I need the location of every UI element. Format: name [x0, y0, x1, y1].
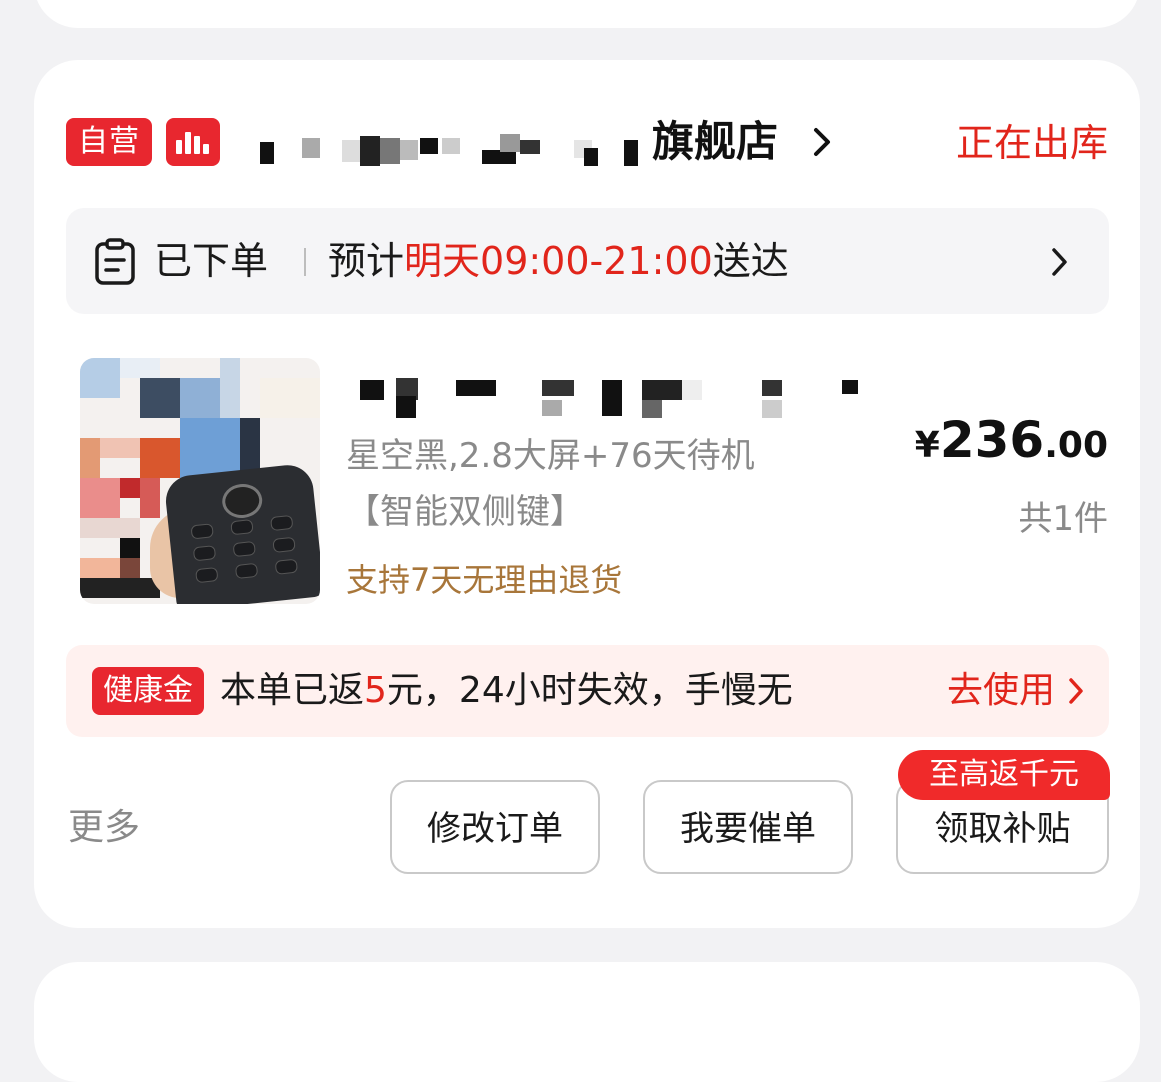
product-quantity: 共1件 [1018, 499, 1108, 539]
clipboard-icon [95, 238, 135, 285]
previous-order-card [34, 0, 1140, 28]
product-spec-2: 【智能双侧键】 [346, 492, 584, 532]
subsidy-promo-tag: 至高返千元 [898, 750, 1110, 800]
more-button[interactable]: 更多 [68, 802, 140, 854]
urge-order-button[interactable]: 我要催单 [643, 780, 853, 874]
health-gold-banner[interactable]: 健康金 本单已返5元，24小时失效，手慢无 去使用 [66, 645, 1109, 737]
phone-image [163, 462, 320, 604]
shop-name-suffix[interactable]: 旗舰店 [652, 114, 778, 170]
modify-order-button[interactable]: 修改订单 [390, 780, 600, 874]
health-gold-text: 本单已返5元，24小时失效，手慢无 [220, 670, 793, 711]
delivery-info-row[interactable]: 已下单 预计明天09:00-21:00送达 [66, 208, 1109, 314]
chevron-right-icon[interactable] [1049, 244, 1071, 280]
health-gold-badge: 健康金 [92, 667, 204, 715]
order-status: 正在出库 [955, 121, 1108, 165]
product-spec: 星空黑,2.8大屏+76天待机 [346, 436, 755, 476]
return-policy: 支持7天无理由退货 [346, 561, 623, 599]
product-title-redacted[interactable] [356, 378, 876, 422]
delivery-estimate: 预计明天09:00-21:00送达 [328, 239, 789, 283]
self-operated-badge: 自营 [66, 118, 152, 166]
product-thumbnail[interactable] [80, 358, 320, 604]
chevron-right-icon[interactable] [808, 122, 836, 162]
shop-name-redacted[interactable] [238, 128, 648, 174]
shop-logo[interactable] [166, 118, 220, 166]
order-placed-label: 已下单 [154, 239, 269, 283]
use-health-gold-link[interactable]: 去使用 [947, 665, 1055, 717]
delivery-time: 明天09:00-21:00 [404, 239, 713, 283]
product-price: ¥236.00 [914, 411, 1108, 469]
next-order-card [34, 962, 1140, 1082]
chevron-right-icon[interactable] [1067, 675, 1085, 707]
divider [304, 248, 306, 276]
